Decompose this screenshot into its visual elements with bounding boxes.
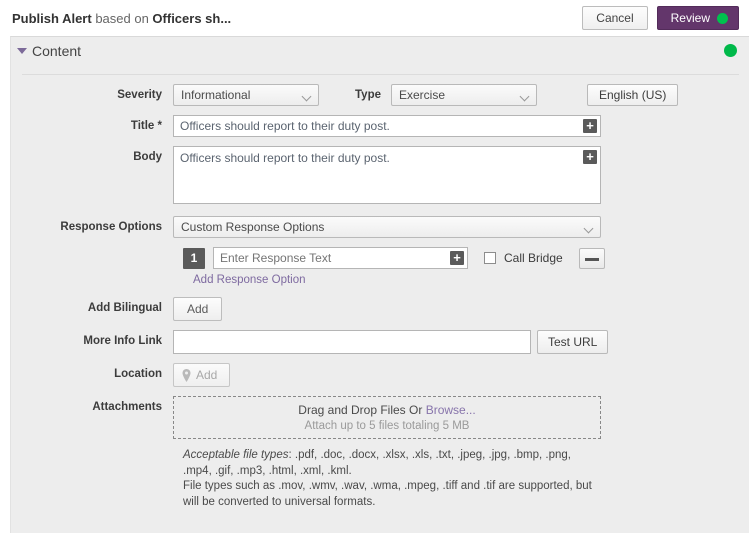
acceptable-file-types-heading: Acceptable file types	[183, 449, 289, 461]
body-label: Body	[133, 151, 162, 163]
body-field-wrap: +	[173, 146, 601, 207]
response-options-select-value: Custom Response Options	[181, 220, 325, 234]
location-label: Location	[114, 368, 162, 380]
test-url-button[interactable]: Test URL	[537, 330, 609, 354]
body-insert-variable-plus-icon[interactable]: +	[583, 150, 597, 164]
response-option-field-wrap: +	[213, 247, 468, 269]
type-select-value: Exercise	[399, 88, 446, 102]
type-label: Type	[355, 89, 381, 101]
status-indicator-icon	[717, 12, 728, 24]
content-form: Severity Informational Type Exercise Eng…	[11, 78, 749, 533]
dropzone-limit-text: Attach up to 5 files totaling 5 MB	[304, 420, 470, 432]
response-options-row: Response Options Custom Response Options	[11, 216, 749, 238]
type-select[interactable]: Exercise	[391, 84, 537, 106]
response-option-input[interactable]	[213, 247, 468, 269]
review-button[interactable]: Review	[656, 6, 739, 30]
call-bridge-label: Call Bridge	[504, 251, 563, 265]
dropzone-primary-text: Drag and Drop Files Or Browse...	[298, 403, 475, 417]
response-options-label: Response Options	[60, 221, 162, 233]
page-title: Publish Alert based on Officers sh...	[12, 11, 231, 26]
caret-down-icon[interactable]	[17, 47, 27, 54]
section-status-dot-icon	[724, 44, 737, 57]
page-body: Content Severity Informational Type Exer…	[0, 36, 749, 533]
title-insert-variable-plus-icon[interactable]: +	[583, 119, 597, 133]
content-panel-title: Content	[32, 42, 82, 59]
attachments-row: Attachments Drag and Drop Files Or Brows…	[11, 396, 749, 439]
page-title-action: Publish Alert	[12, 10, 92, 26]
add-response-option-link[interactable]: Add Response Option	[11, 274, 749, 286]
review-button-label: Review	[670, 11, 710, 25]
add-bilingual-row: Add Bilingual Add	[11, 297, 749, 321]
attachments-dropzone[interactable]: Drag and Drop Files Or Browse... Attach …	[173, 396, 601, 439]
more-info-link-input[interactable]	[173, 330, 531, 354]
acceptable-file-types-text: Acceptable file types: .pdf, .doc, .docx…	[11, 448, 611, 510]
panel-divider	[22, 74, 739, 75]
title-input[interactable]	[173, 115, 601, 137]
top-bar: Publish Alert based on Officers sh... Ca…	[0, 0, 749, 36]
top-bar-actions: Cancel Review	[582, 6, 739, 30]
more-info-link-row: More Info Link Test URL	[11, 330, 749, 354]
severity-label: Severity	[117, 89, 162, 101]
chevron-down-icon	[585, 225, 593, 233]
severity-type-row: Severity Informational Type Exercise Eng…	[11, 84, 749, 106]
response-options-select[interactable]: Custom Response Options	[173, 216, 601, 238]
title-field-wrap: +	[173, 115, 601, 137]
severity-select-value: Informational	[181, 88, 251, 102]
body-textarea[interactable]	[173, 146, 601, 204]
browse-link[interactable]: Browse...	[426, 403, 476, 417]
chevron-down-icon	[521, 93, 529, 101]
page-title-template-name: Officers sh...	[152, 10, 232, 26]
attachments-label: Attachments	[92, 401, 162, 413]
add-bilingual-label: Add Bilingual	[87, 302, 162, 314]
response-option-insert-variable-plus-icon[interactable]: +	[450, 251, 464, 265]
response-option-number: 1	[183, 247, 205, 269]
page-title-connector: based on	[91, 10, 153, 26]
title-row: Title * +	[11, 115, 749, 137]
map-pin-icon	[182, 368, 191, 382]
dropzone-drag-text: Drag and Drop Files Or	[298, 403, 426, 417]
add-location-button[interactable]: Add	[173, 363, 231, 387]
response-option-row: 1 + Call Bridge	[11, 247, 749, 269]
add-location-button-label: Add	[196, 368, 218, 382]
severity-select[interactable]: Informational	[173, 84, 319, 106]
title-label: Title *	[130, 120, 162, 132]
remove-response-option-button[interactable]	[578, 247, 605, 269]
converted-file-types-note: File types such as .mov, .wmv, .wav, .wm…	[183, 480, 592, 508]
content-panel: Content Severity Informational Type Exer…	[10, 36, 749, 533]
body-row: Body +	[11, 146, 749, 207]
cancel-button[interactable]: Cancel	[582, 6, 648, 30]
location-row: Location Add	[11, 363, 749, 387]
add-bilingual-button[interactable]: Add	[173, 297, 223, 321]
more-info-link-label: More Info Link	[83, 335, 162, 347]
content-panel-header[interactable]: Content	[11, 37, 749, 64]
language-button[interactable]: English (US)	[587, 84, 679, 106]
chevron-down-icon	[303, 93, 311, 101]
call-bridge-checkbox[interactable]	[484, 252, 496, 264]
